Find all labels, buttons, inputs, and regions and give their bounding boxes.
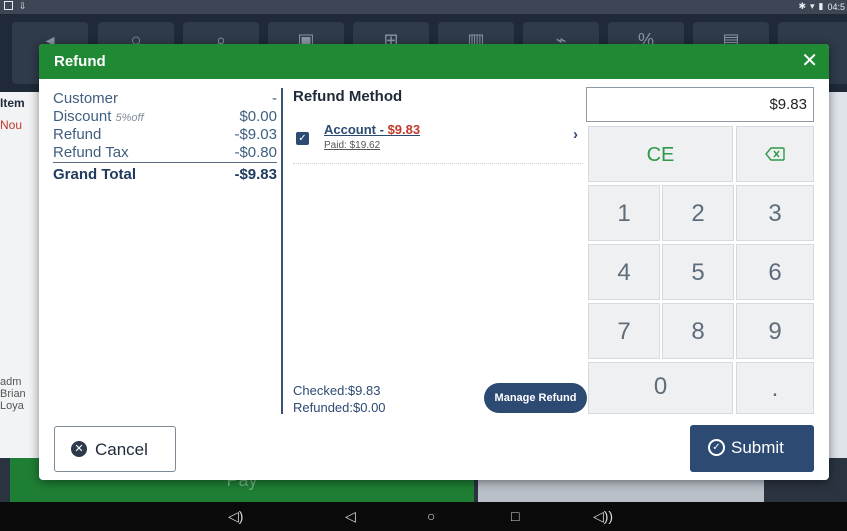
no-items-label: Nou xyxy=(0,118,23,132)
summary-label: Refund Tax xyxy=(53,144,129,161)
summary-value: -$9.03 xyxy=(234,126,277,143)
numpad-key-3[interactable]: 3 xyxy=(736,185,814,241)
dialog-header: Refund ✕ xyxy=(39,44,829,79)
summary-value: -$0.80 xyxy=(234,144,277,161)
admin-line: Brian xyxy=(0,388,26,400)
refunded-total: Refunded:$0.00 xyxy=(293,400,386,415)
grand-total-value: -$9.83 xyxy=(234,166,277,183)
refund-summary: Customer - Discount 5%off $0.00 Refund -… xyxy=(53,90,277,184)
chevron-right-icon[interactable]: › xyxy=(573,126,578,143)
dialog-title: Refund xyxy=(54,53,106,70)
checked-total: Checked:$9.83 xyxy=(293,383,381,398)
numpad-key-8[interactable]: 8 xyxy=(662,303,734,359)
numpad-key-4[interactable]: 4 xyxy=(588,244,660,300)
numpad-key-9[interactable]: 9 xyxy=(736,303,814,359)
refund-method-title: Refund Method xyxy=(293,88,403,105)
refund-dialog: Refund ✕ Customer - Discount 5%off $0.00… xyxy=(39,44,829,480)
manage-refund-button[interactable]: Manage Refund xyxy=(484,383,587,413)
numpad-key-1[interactable]: 1 xyxy=(588,185,660,241)
android-nav-bar: ◁) ◁ ○ □ ◁)) xyxy=(0,502,847,531)
volume-down-icon[interactable]: ◁) xyxy=(228,508,243,524)
grand-total-label: Grand Total xyxy=(53,166,137,183)
numpad-key-5[interactable]: 5 xyxy=(662,244,734,300)
numpad-key-ce[interactable]: CE xyxy=(588,126,733,182)
nav-recents-icon[interactable]: □ xyxy=(511,508,519,524)
summary-row-refund-tax: Refund Tax -$0.80 xyxy=(53,144,277,162)
cancel-label: Cancel xyxy=(95,440,148,459)
account-link[interactable]: Account - $9.83 xyxy=(324,122,420,137)
wifi-icon: ▾ xyxy=(809,1,815,11)
nav-home-icon[interactable]: ○ xyxy=(427,508,435,524)
screenshot-icon xyxy=(4,1,13,10)
download-icon: ⇩ xyxy=(19,1,27,11)
cancel-button[interactable]: ✕ Cancel xyxy=(54,426,176,472)
refund-method-entry[interactable]: ✓ Account - $9.83 Paid: $19.62 › xyxy=(293,118,583,164)
items-label: Item xyxy=(0,96,25,110)
numpad-key-0[interactable]: 0 xyxy=(588,362,733,414)
amount-display[interactable]: $9.83 xyxy=(586,87,814,122)
summary-value: - xyxy=(272,90,277,107)
checkbox-checked-icon[interactable]: ✓ xyxy=(296,132,309,145)
admin-info: adm Brian Loya xyxy=(0,376,26,412)
numpad-key-2[interactable]: 2 xyxy=(662,185,734,241)
battery-icon: ▮ xyxy=(818,1,824,11)
volume-up-icon[interactable]: ◁)) xyxy=(593,508,613,524)
background-order-panel: Item Nou adm Brian Loya xyxy=(0,92,40,460)
account-name: Account - xyxy=(324,122,388,137)
status-time: 04:5 xyxy=(827,1,845,12)
submit-button[interactable]: ✓ Submit xyxy=(690,425,814,472)
admin-line: adm xyxy=(0,376,22,388)
checkmark-circle-icon: ✓ xyxy=(708,439,725,456)
summary-label: Customer xyxy=(53,90,119,107)
submit-label: Submit xyxy=(731,438,784,457)
numpad-key-7[interactable]: 7 xyxy=(588,303,660,359)
paid-amount: Paid: $19.62 xyxy=(324,140,381,151)
column-divider xyxy=(281,88,283,414)
cancel-icon: ✕ xyxy=(71,441,87,457)
numpad-key-decimal[interactable]: . xyxy=(736,362,814,414)
bluetooth-icon: ✱ xyxy=(798,1,806,11)
background-side-panel xyxy=(828,92,847,460)
summary-row-refund: Refund -$9.03 xyxy=(53,126,277,144)
discount-rate: 5%off xyxy=(115,112,144,124)
admin-line: Loya xyxy=(0,400,24,412)
backspace-icon[interactable] xyxy=(736,126,814,182)
summary-label: Discount xyxy=(53,108,112,125)
close-icon[interactable]: ✕ xyxy=(801,49,818,73)
numpad-key-6[interactable]: 6 xyxy=(736,244,814,300)
account-amount: $9.83 xyxy=(387,122,421,137)
summary-row-customer: Customer - xyxy=(53,90,277,108)
status-bar: ⇩ ✱ ▾ ▮ 04:5 xyxy=(0,0,847,14)
summary-value: $0.00 xyxy=(239,108,277,125)
summary-row-discount: Discount 5%off $0.00 xyxy=(53,108,277,126)
summary-label: Refund xyxy=(53,126,102,143)
nav-back-icon[interactable]: ◁ xyxy=(345,508,356,524)
grand-total-row: Grand Total -$9.83 xyxy=(53,162,277,184)
